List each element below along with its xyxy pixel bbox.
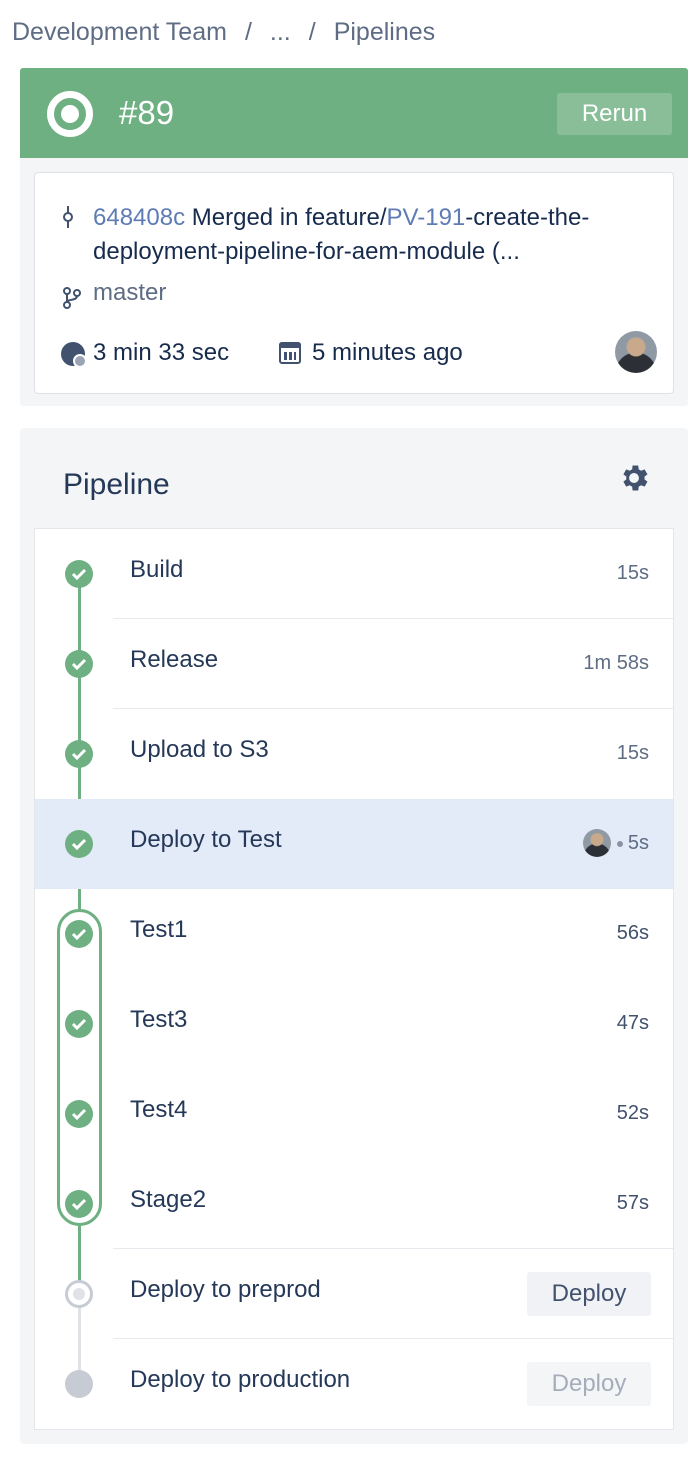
- breadcrumb-development-team[interactable]: Development Team: [12, 18, 227, 47]
- pending-status-icon: [65, 1280, 93, 1308]
- gear-icon[interactable]: [617, 461, 651, 495]
- commit-message: 648408c Merged in feature/PV-191-create-…: [93, 201, 663, 269]
- step-name: Build: [130, 556, 184, 583]
- pipeline-steps: Build 15s Release 1m 58s Upload to S3 15…: [34, 528, 674, 1430]
- step-name: Stage2: [130, 1186, 207, 1213]
- locked-status-icon: [65, 1370, 93, 1398]
- run-number: #89: [119, 94, 175, 131]
- step-deploy-to-test[interactable]: Deploy to Test 5s: [35, 799, 673, 889]
- commit-panel: 648408c Merged in feature/PV-191-create-…: [20, 158, 688, 406]
- step-duration: 56s: [616, 922, 649, 944]
- rerun-button[interactable]: Rerun: [557, 93, 672, 135]
- step-name: Test3: [130, 1006, 188, 1033]
- step-name: Deploy to production: [130, 1366, 351, 1393]
- step-release[interactable]: Release 1m 58s: [35, 619, 673, 709]
- step-name: Release: [130, 646, 219, 673]
- step-duration: 1m 58s: [583, 652, 649, 674]
- pipeline-panel: Pipeline Build 15s Release 1m 58s Upload…: [20, 428, 688, 1444]
- deploy-preprod-button[interactable]: Deploy: [527, 1272, 651, 1316]
- commit-hash-link[interactable]: 648408c: [93, 204, 185, 231]
- branch-link[interactable]: master: [93, 279, 166, 307]
- step-upload-to-s3[interactable]: Upload to S3 15s: [35, 709, 673, 799]
- success-status-icon: [47, 91, 93, 137]
- step-name: Upload to S3: [130, 736, 269, 763]
- step-deploy-to-preprod[interactable]: Deploy to preprod Deploy: [35, 1249, 673, 1339]
- success-check-icon: [65, 920, 93, 948]
- step-name: Deploy to preprod: [130, 1276, 321, 1303]
- breadcrumb-pipelines[interactable]: Pipelines: [334, 18, 435, 47]
- success-check-icon: [65, 740, 93, 768]
- pipeline-title: Pipeline: [63, 468, 170, 501]
- success-check-icon: [65, 1190, 93, 1218]
- step-duration: 15s: [616, 742, 649, 764]
- step-test1[interactable]: Test1 56s: [35, 889, 673, 979]
- success-check-icon: [65, 650, 93, 678]
- success-check-icon: [65, 560, 93, 588]
- breadcrumb-separator: /: [308, 17, 316, 46]
- build-duration: 3 min 33 sec: [93, 339, 230, 366]
- deployer-avatar[interactable]: [583, 829, 611, 857]
- success-check-icon: [65, 1010, 93, 1038]
- step-name: Test4: [130, 1096, 188, 1123]
- step-name: Test1: [130, 916, 188, 943]
- calendar-icon: [279, 342, 301, 364]
- commit-card: 648408c Merged in feature/PV-191-create-…: [34, 172, 674, 394]
- commit-message-prefix: Merged in feature/: [191, 204, 387, 231]
- branch-icon: [63, 287, 81, 309]
- step-duration: 5s: [627, 832, 649, 854]
- clock-icon: [61, 342, 87, 368]
- success-check-icon: [65, 830, 93, 858]
- deploy-production-button[interactable]: Deploy: [527, 1362, 651, 1406]
- author-avatar[interactable]: [615, 331, 657, 373]
- breadcrumb-ellipsis[interactable]: ...: [270, 18, 291, 47]
- pipeline-status-header: #89 Rerun: [20, 68, 688, 158]
- success-check-icon: [65, 1100, 93, 1128]
- breadcrumb: Development Team / ... / Pipelines: [12, 14, 435, 50]
- commit-icon: [61, 206, 75, 228]
- issue-key-link[interactable]: PV-191: [387, 204, 466, 231]
- step-build[interactable]: Build 15s: [35, 529, 673, 619]
- step-stage2[interactable]: Stage2 57s: [35, 1159, 673, 1249]
- step-duration: 15s: [616, 562, 649, 584]
- step-test3[interactable]: Test3 47s: [35, 979, 673, 1069]
- step-name: Deploy to Test: [130, 826, 282, 853]
- step-duration: 57s: [616, 1192, 649, 1214]
- step-duration: 52s: [616, 1102, 649, 1124]
- step-test4[interactable]: Test4 52s: [35, 1069, 673, 1159]
- step-duration: 47s: [616, 1012, 649, 1034]
- build-started-time: 5 minutes ago: [312, 339, 463, 366]
- dot-separator: [617, 841, 623, 847]
- step-deploy-to-production[interactable]: Deploy to production Deploy: [35, 1339, 673, 1429]
- breadcrumb-separator: /: [244, 17, 252, 46]
